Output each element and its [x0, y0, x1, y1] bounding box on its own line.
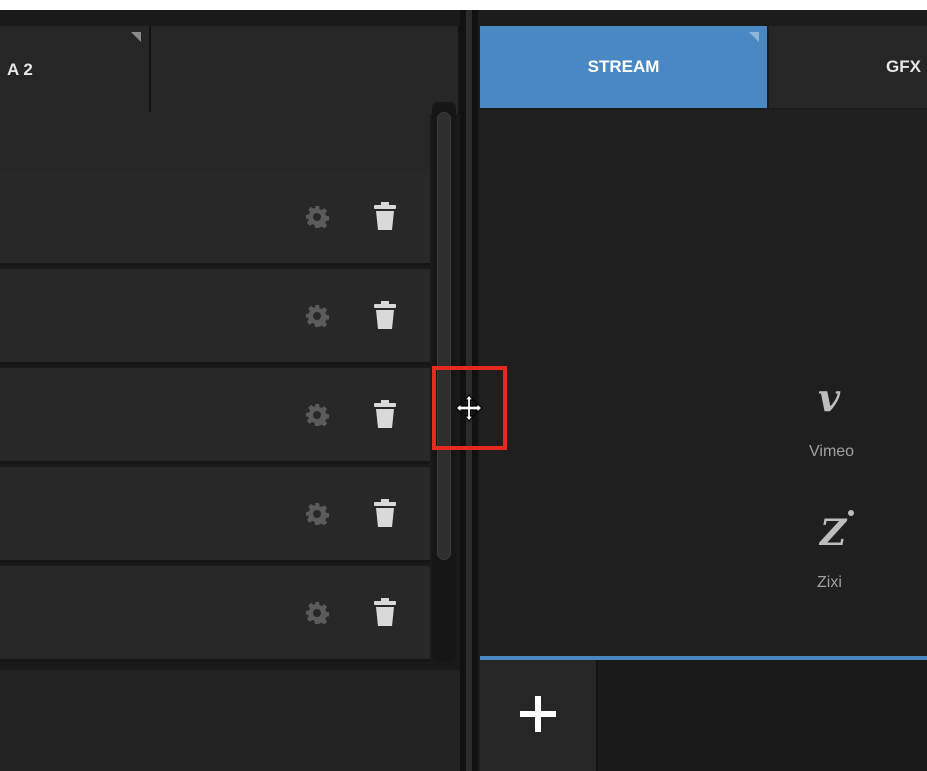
tab-corner-indicator-icon — [749, 32, 759, 42]
service-label-zixi[interactable]: Zixi — [817, 574, 842, 592]
tab-gfx[interactable]: GFX — [769, 26, 927, 108]
list-item[interactable] — [0, 467, 430, 563]
tab-label: GFX — [886, 57, 921, 76]
zixi-logo-icon[interactable]: Z — [820, 512, 846, 554]
right-panel: STREAM GFX v Vimeo Z Zixi — [478, 10, 927, 771]
tab-empty[interactable] — [151, 26, 460, 114]
list-header — [0, 112, 430, 170]
trash-icon[interactable] — [373, 400, 397, 428]
list-item[interactable] — [0, 566, 430, 662]
list-item[interactable] — [0, 368, 430, 464]
list-item[interactable] — [0, 269, 430, 365]
trash-icon[interactable] — [373, 499, 397, 527]
gear-icon[interactable] — [305, 502, 329, 526]
resize-move-cursor-icon — [455, 394, 483, 422]
tab-camera-2[interactable]: A 2 — [0, 26, 151, 114]
tab-label: STREAM — [587, 57, 660, 76]
top-window-edge — [0, 0, 927, 10]
service-label-vimeo[interactable]: Vimeo — [809, 443, 854, 461]
tab-stream[interactable]: STREAM — [480, 26, 767, 108]
trash-icon[interactable] — [373, 301, 397, 329]
stream-services-area: v Vimeo Z Zixi — [480, 110, 927, 656]
list-item[interactable] — [0, 170, 430, 266]
trash-icon[interactable] — [373, 202, 397, 230]
add-button[interactable] — [480, 660, 598, 771]
vimeo-logo-icon[interactable]: v — [818, 375, 840, 420]
gear-icon[interactable] — [305, 205, 329, 229]
plus-icon — [520, 696, 556, 732]
gear-icon[interactable] — [305, 601, 329, 625]
scrollbar-thumb[interactable] — [437, 112, 451, 560]
left-panel-footer — [0, 670, 460, 771]
gear-icon[interactable] — [305, 403, 329, 427]
gear-icon[interactable] — [305, 304, 329, 328]
trash-icon[interactable] — [373, 598, 397, 626]
zixi-logo-dot — [848, 510, 854, 516]
left-panel: A 2 — [0, 10, 460, 771]
footer-empty-area — [598, 660, 927, 771]
tab-label: A 2 — [7, 60, 33, 79]
tab-corner-indicator-icon — [131, 32, 141, 42]
